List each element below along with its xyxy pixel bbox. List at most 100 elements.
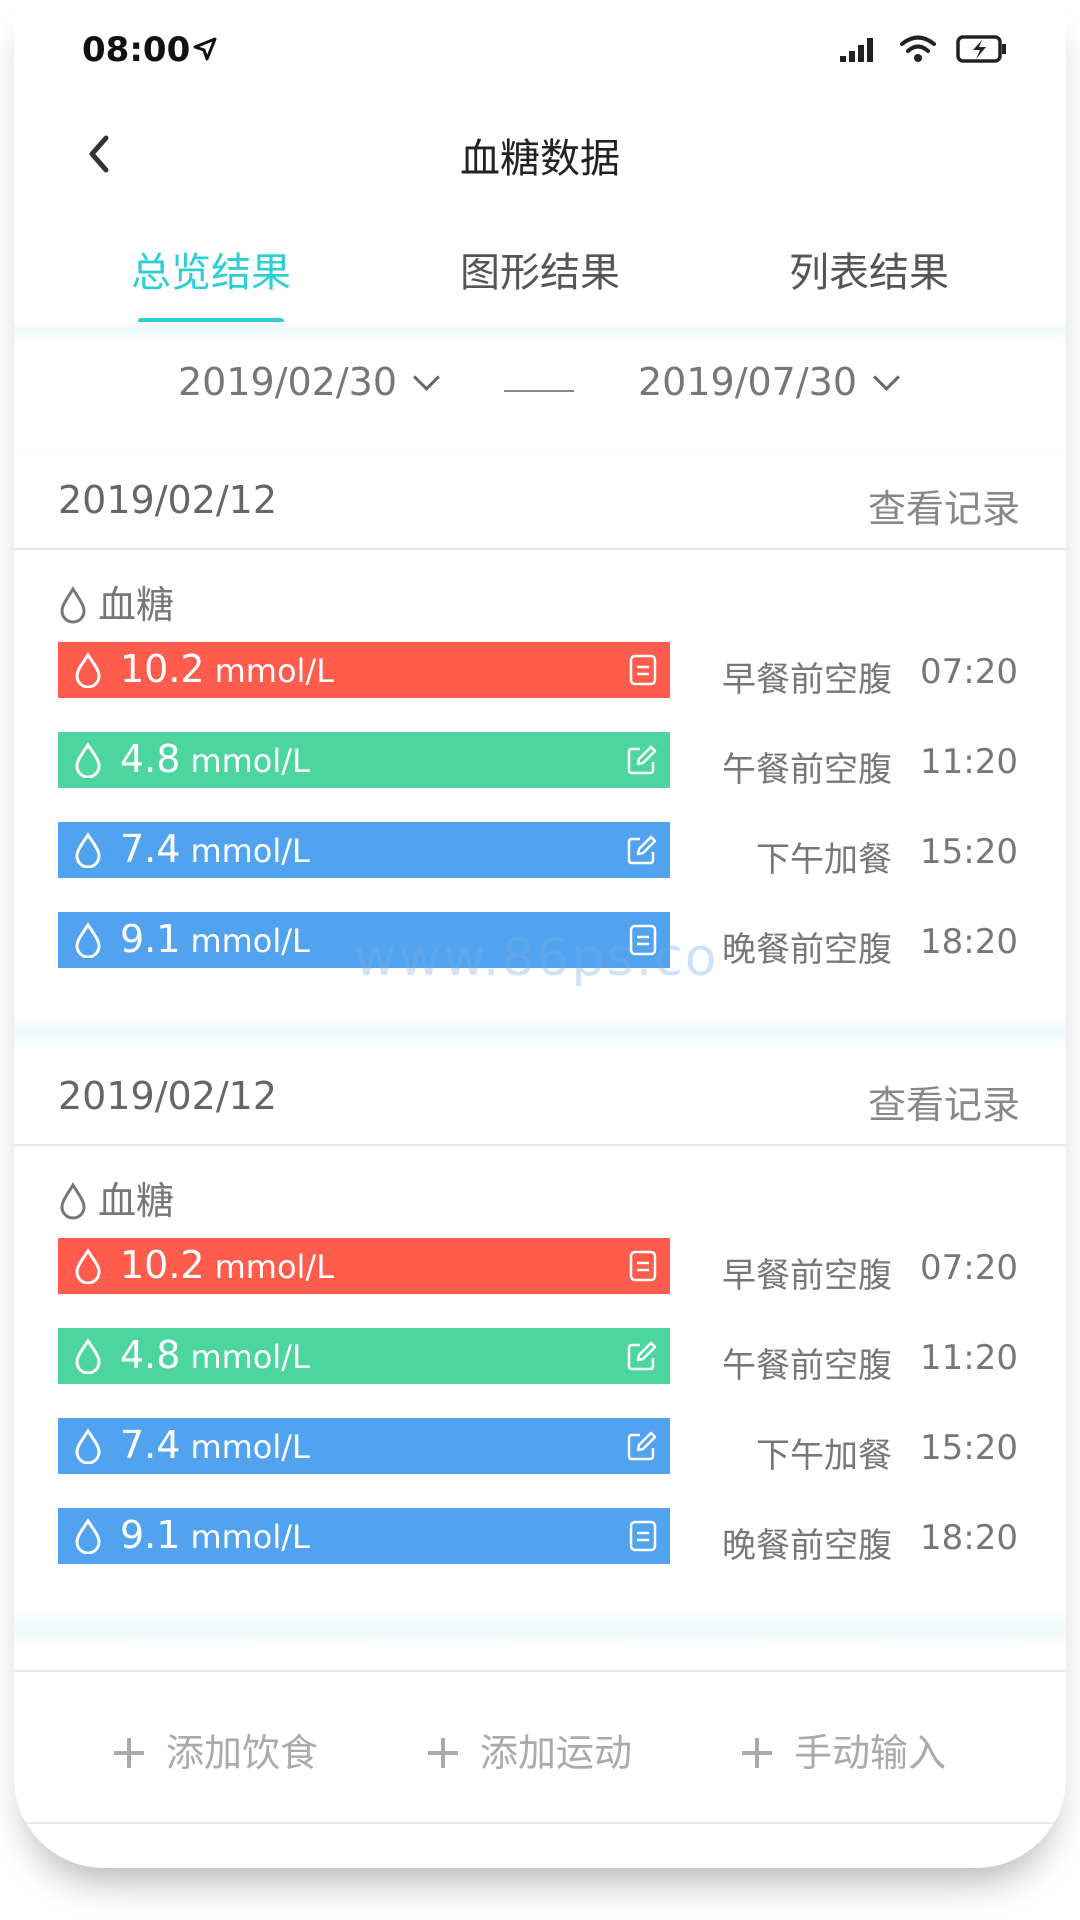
divider — [14, 1612, 1066, 1648]
plus-icon — [428, 1738, 458, 1768]
start-date-select[interactable]: 2019/02/30 — [178, 360, 440, 404]
section-label: 血糖 — [58, 1170, 174, 1225]
status-bar: 08:00 — [14, 0, 1066, 100]
divider — [14, 322, 1066, 342]
record-icon[interactable] — [628, 654, 658, 686]
reading-unit: mmol/L — [190, 832, 310, 870]
record-card: 2019/02/12 查看记录 血糖 10.2 mmol/L 早餐前空腹 07:2… — [14, 452, 1066, 970]
tab-overview[interactable]: 总览结果 — [81, 240, 341, 298]
reading-row[interactable]: 4.8 mmol/L 午餐前空腹 11:20 — [14, 1328, 1066, 1386]
record-icon[interactable] — [628, 1250, 658, 1282]
reading-bar: 7.4 mmol/L — [58, 1418, 670, 1474]
date-range-separator — [504, 390, 574, 392]
reading-time: 11:20 — [920, 742, 1018, 782]
plus-icon — [114, 1738, 144, 1768]
manual-input-label: 手动输入 — [794, 1731, 947, 1775]
section-label: 血糖 — [58, 574, 174, 629]
blood-drop-icon — [75, 742, 101, 778]
reading-bar: 4.8 mmol/L — [58, 732, 670, 788]
plus-icon — [742, 1738, 772, 1768]
reading-value: 9.1 — [120, 1513, 181, 1557]
section-label-text: 血糖 — [98, 1179, 175, 1223]
reading-unit: mmol/L — [214, 1248, 335, 1286]
view-records-link[interactable]: 查看记录 — [868, 478, 1020, 533]
blood-drop-icon — [60, 1182, 86, 1220]
phone-screen: 08:00 血糖数据 总览结果 图形结果 列表结果 2019/02/30 201… — [14, 0, 1066, 1868]
bottom-action-bar: 添加饮食 添加运动 手动输入 — [14, 1670, 1066, 1824]
record-card: 2019/02/12 查看记录 血糖 10.2 mmol/L 早餐前空腹 07:2… — [14, 1048, 1066, 1566]
reading-time: 11:20 — [920, 1338, 1018, 1378]
end-date-select[interactable]: 2019/07/30 — [638, 360, 900, 404]
edit-icon[interactable] — [626, 834, 658, 866]
reading-bar: 10.2 mmol/L — [58, 1238, 670, 1294]
blood-drop-icon — [75, 1428, 101, 1464]
add-diet-label: 添加饮食 — [166, 1731, 319, 1775]
reading-value-group: 9.1 mmol/L — [120, 917, 310, 961]
reading-bar: 7.4 mmol/L — [58, 822, 670, 878]
blood-drop-icon — [75, 832, 101, 868]
date-range-picker: 2019/02/30 2019/07/30 — [14, 340, 1066, 450]
reading-unit: mmol/L — [190, 1338, 310, 1376]
reading-time: 07:20 — [920, 1248, 1018, 1288]
reading-value-group: 9.1 mmol/L — [120, 1513, 310, 1557]
reading-value-group: 4.8 mmol/L — [120, 1333, 310, 1377]
end-date-value: 2019/07/30 — [638, 360, 858, 404]
meal-label: 早餐前空腹 — [722, 660, 892, 700]
blood-drop-icon — [75, 1338, 101, 1374]
tab-bar: 总览结果 图形结果 列表结果 — [14, 240, 1066, 324]
reading-value: 7.4 — [120, 827, 181, 871]
reading-value: 9.1 — [120, 917, 181, 961]
meal-label: 下午加餐 — [756, 840, 892, 880]
reading-value-group: 4.8 mmol/L — [120, 737, 310, 781]
card-header: 2019/02/12 查看记录 — [14, 452, 1066, 550]
reading-unit: mmol/L — [190, 742, 310, 780]
reading-bar: 4.8 mmol/L — [58, 1328, 670, 1384]
edit-icon[interactable] — [626, 1430, 658, 1462]
reading-unit: mmol/L — [214, 652, 335, 690]
signal-icon — [840, 38, 873, 62]
reading-row[interactable]: 10.2 mmol/L 早餐前空腹 07:20 — [14, 1238, 1066, 1296]
blood-drop-icon — [60, 586, 86, 624]
meal-label: 午餐前空腹 — [722, 750, 892, 790]
meal-label: 早餐前空腹 — [722, 1256, 892, 1296]
chevron-down-icon — [873, 364, 900, 391]
reading-time: 18:20 — [920, 922, 1018, 962]
tab-list[interactable]: 列表结果 — [739, 240, 999, 298]
card-date: 2019/02/12 — [58, 478, 278, 522]
location-arrow-icon — [193, 37, 217, 61]
reading-value-group: 10.2 mmol/L — [120, 1243, 334, 1287]
add-exercise-button[interactable]: 添加运动 — [428, 1722, 632, 1777]
reading-value: 4.8 — [120, 737, 181, 781]
chevron-down-icon — [413, 364, 440, 391]
card-date: 2019/02/12 — [58, 1074, 278, 1118]
reading-row[interactable]: 4.8 mmol/L 午餐前空腹 11:20 — [14, 732, 1066, 790]
reading-time: 15:20 — [920, 832, 1018, 872]
reading-value-group: 7.4 mmol/L — [120, 1423, 310, 1467]
watermark: www.86ps.co — [354, 928, 719, 988]
meal-label: 下午加餐 — [756, 1436, 892, 1476]
meal-label: 晚餐前空腹 — [722, 930, 892, 970]
divider — [14, 1016, 1066, 1052]
reading-unit: mmol/L — [190, 1518, 310, 1556]
reading-bar: 9.1 mmol/L — [58, 1508, 670, 1564]
add-diet-button[interactable]: 添加饮食 — [114, 1722, 318, 1777]
blood-drop-icon — [75, 1518, 101, 1554]
reading-row[interactable]: 10.2 mmol/L 早餐前空腹 07:20 — [14, 642, 1066, 700]
blood-drop-icon — [75, 922, 101, 958]
reading-bar: 10.2 mmol/L — [58, 642, 670, 698]
reading-row[interactable]: 9.1 mmol/L 晚餐前空腹 18:20 — [14, 1508, 1066, 1566]
reading-value: 10.2 — [120, 1243, 205, 1287]
blood-drop-icon — [75, 652, 101, 688]
edit-icon[interactable] — [626, 744, 658, 776]
reading-row[interactable]: 7.4 mmol/L 下午加餐 15:20 — [14, 822, 1066, 880]
edit-icon[interactable] — [626, 1340, 658, 1372]
reading-row[interactable]: 7.4 mmol/L 下午加餐 15:20 — [14, 1418, 1066, 1476]
section-label-text: 血糖 — [98, 583, 175, 627]
record-icon[interactable] — [628, 1520, 658, 1552]
tab-graph[interactable]: 图形结果 — [410, 240, 670, 298]
view-records-link[interactable]: 查看记录 — [868, 1074, 1020, 1129]
manual-input-button[interactable]: 手动输入 — [742, 1722, 946, 1777]
battery-charging-icon — [956, 35, 1006, 63]
meal-label: 晚餐前空腹 — [722, 1526, 892, 1566]
reading-unit: mmol/L — [190, 1428, 310, 1466]
